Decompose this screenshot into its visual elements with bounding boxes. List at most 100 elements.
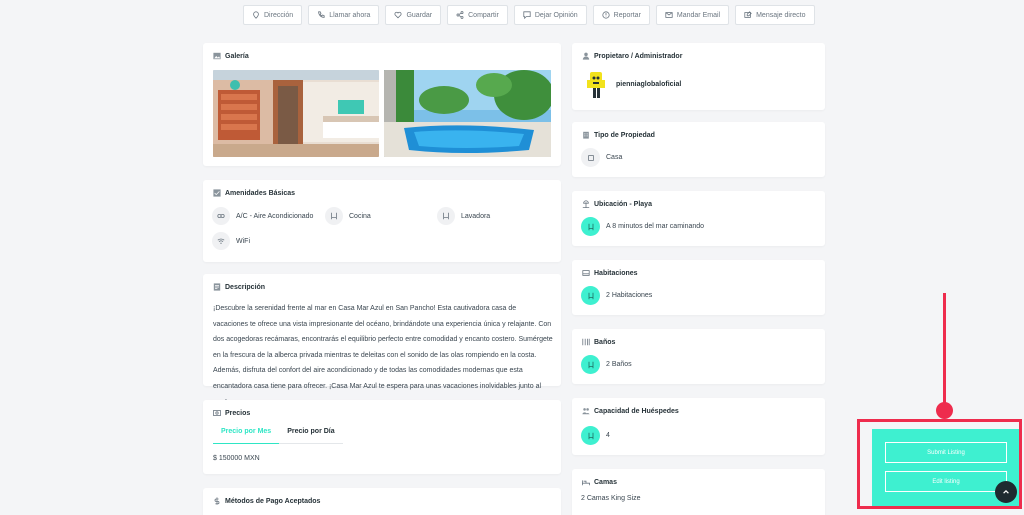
direct-message-label: Mensaje directo (756, 11, 806, 19)
scroll-to-top-button[interactable] (995, 481, 1017, 503)
report-button[interactable]: Reportar (592, 5, 650, 25)
location-card: Ubicación - Playa A 8 minutos del mar ca… (572, 191, 825, 246)
description-title: Descripción (213, 283, 265, 291)
amenity-kitchen-label: Cocina (349, 212, 371, 220)
location-title: Ubicación - Playa (582, 200, 652, 208)
ac-icon (212, 207, 230, 225)
baths-value: 2 Baños (606, 361, 632, 368)
owner-avatar[interactable] (585, 70, 607, 100)
image-icon (213, 52, 221, 60)
property-type-row: Casa (581, 148, 622, 167)
kitchen-icon (325, 207, 343, 225)
bed-icon (582, 270, 590, 276)
share-label: Compartir (468, 11, 499, 19)
capacity-title: Capacidad de Huéspedes (582, 407, 679, 415)
direct-message-button[interactable]: Mensaje directo (735, 5, 815, 25)
payment-title: Métodos de Pago Aceptados (213, 497, 320, 505)
comment-icon (523, 11, 531, 19)
baths-title-text: Baños (594, 338, 616, 346)
prices-title: Precios (213, 409, 250, 417)
amenities-title-text: Amenidades Básicas (225, 189, 296, 197)
review-label: Dejar Opinión (534, 11, 578, 19)
owner-title-text: Propietaro / Administrador (594, 52, 683, 60)
gallery-image-bedroom[interactable] (213, 70, 379, 157)
amenity-wifi: WiFi (212, 232, 250, 250)
owner-name[interactable]: pienniaglobaloficial (616, 81, 681, 88)
rooms-value: 2 Habitaciones (606, 292, 653, 299)
amenity-washer-label: Lavadora (461, 212, 491, 220)
map-pin-icon (253, 11, 259, 19)
property-type-value: Casa (606, 154, 623, 161)
beds-title: Camas (582, 478, 617, 486)
document-icon (213, 283, 221, 291)
location-row: A 8 minutos del mar caminando (581, 217, 704, 236)
tab-price-month[interactable]: Precio por Mes (213, 424, 280, 444)
gallery-title: Galería (213, 52, 249, 60)
amenities-card: Amenidades Básicas A/C - Aire Acondicion… (203, 180, 561, 262)
action-bar: Dirección Llamar ahora Guardar Compartir… (243, 5, 815, 25)
gallery-title-text: Galería (225, 52, 249, 60)
payment-title-text: Métodos de Pago Aceptados (225, 497, 321, 505)
capacity-value: 4 (606, 432, 610, 439)
save-label: Guardar (406, 11, 433, 19)
email-button[interactable]: Mandar Email (655, 5, 730, 25)
price-value: $ 150000 MXN (213, 455, 260, 462)
prices-card: Precios Precio por Mes Precio por Día $ … (203, 400, 561, 474)
chevron-up-icon (1003, 489, 1009, 494)
beach-icon (582, 200, 590, 208)
checklist-icon (213, 189, 221, 197)
message-icon (744, 11, 752, 18)
annotation-arrow-line (943, 293, 946, 405)
guests-icon (582, 408, 590, 415)
rooms-title: Habitaciones (582, 269, 638, 277)
gallery-image-pool[interactable] (384, 70, 551, 157)
direction-label: Dirección (264, 11, 294, 19)
call-label: Llamar ahora (329, 11, 371, 19)
report-icon (602, 11, 610, 19)
rooms-title-text: Habitaciones (594, 269, 638, 277)
call-button[interactable]: Llamar ahora (308, 5, 380, 25)
email-label: Mandar Email (676, 11, 721, 19)
rooms-row: 2 Habitaciones (581, 286, 652, 305)
share-icon (456, 11, 464, 19)
property-type-card: Tipo de Propiedad Casa (572, 122, 825, 177)
amenity-kitchen: Cocina (325, 207, 371, 225)
bathroom-icon (581, 355, 600, 374)
rooms-card: Habitaciones 2 Habitaciones (572, 260, 825, 315)
tab-price-day[interactable]: Precio por Día (279, 424, 343, 444)
prices-title-text: Precios (225, 409, 251, 417)
location-title-text: Ubicación - Playa (594, 200, 652, 208)
share-button[interactable]: Compartir (447, 5, 508, 25)
report-label: Reportar (613, 11, 641, 19)
capacity-title-text: Capacidad de Huéspedes (594, 407, 679, 415)
phone-icon (318, 11, 325, 18)
owner-title: Propietaro / Administrador (582, 52, 682, 60)
baths-row: 2 Baños (581, 355, 632, 374)
capacity-icon (581, 426, 600, 445)
double-bed-icon (582, 480, 590, 486)
amenities-title: Amenidades Básicas (213, 189, 295, 197)
heart-icon (394, 11, 402, 19)
money-icon (213, 410, 221, 416)
save-button[interactable]: Guardar (385, 5, 442, 25)
dollar-icon (214, 497, 220, 505)
description-title-text: Descripción (225, 283, 266, 291)
bath-icon (582, 338, 590, 346)
capacity-card: Capacidad de Huéspedes 4 (572, 398, 825, 455)
baths-card: Baños 2 Baños (572, 329, 825, 384)
review-button[interactable]: Dejar Opinión (513, 5, 587, 25)
gallery-card: Galería (203, 43, 561, 166)
amenity-wifi-label: WiFi (236, 237, 250, 245)
annotation-arrow-dot (936, 402, 953, 419)
location-pin-icon (581, 217, 600, 236)
user-icon (582, 52, 590, 60)
property-type-title-text: Tipo de Propiedad (594, 131, 655, 139)
direction-button[interactable]: Dirección (243, 5, 303, 25)
beds-card: Camas 2 Camas King Size (572, 469, 825, 515)
capacity-row: 4 (581, 426, 610, 445)
price-tabs: Precio por Mes Precio por Día (213, 424, 343, 444)
baths-title: Baños (582, 338, 615, 346)
room-icon (581, 286, 600, 305)
beds-value: 2 Camas King Size (581, 495, 641, 502)
building-icon (583, 131, 589, 139)
